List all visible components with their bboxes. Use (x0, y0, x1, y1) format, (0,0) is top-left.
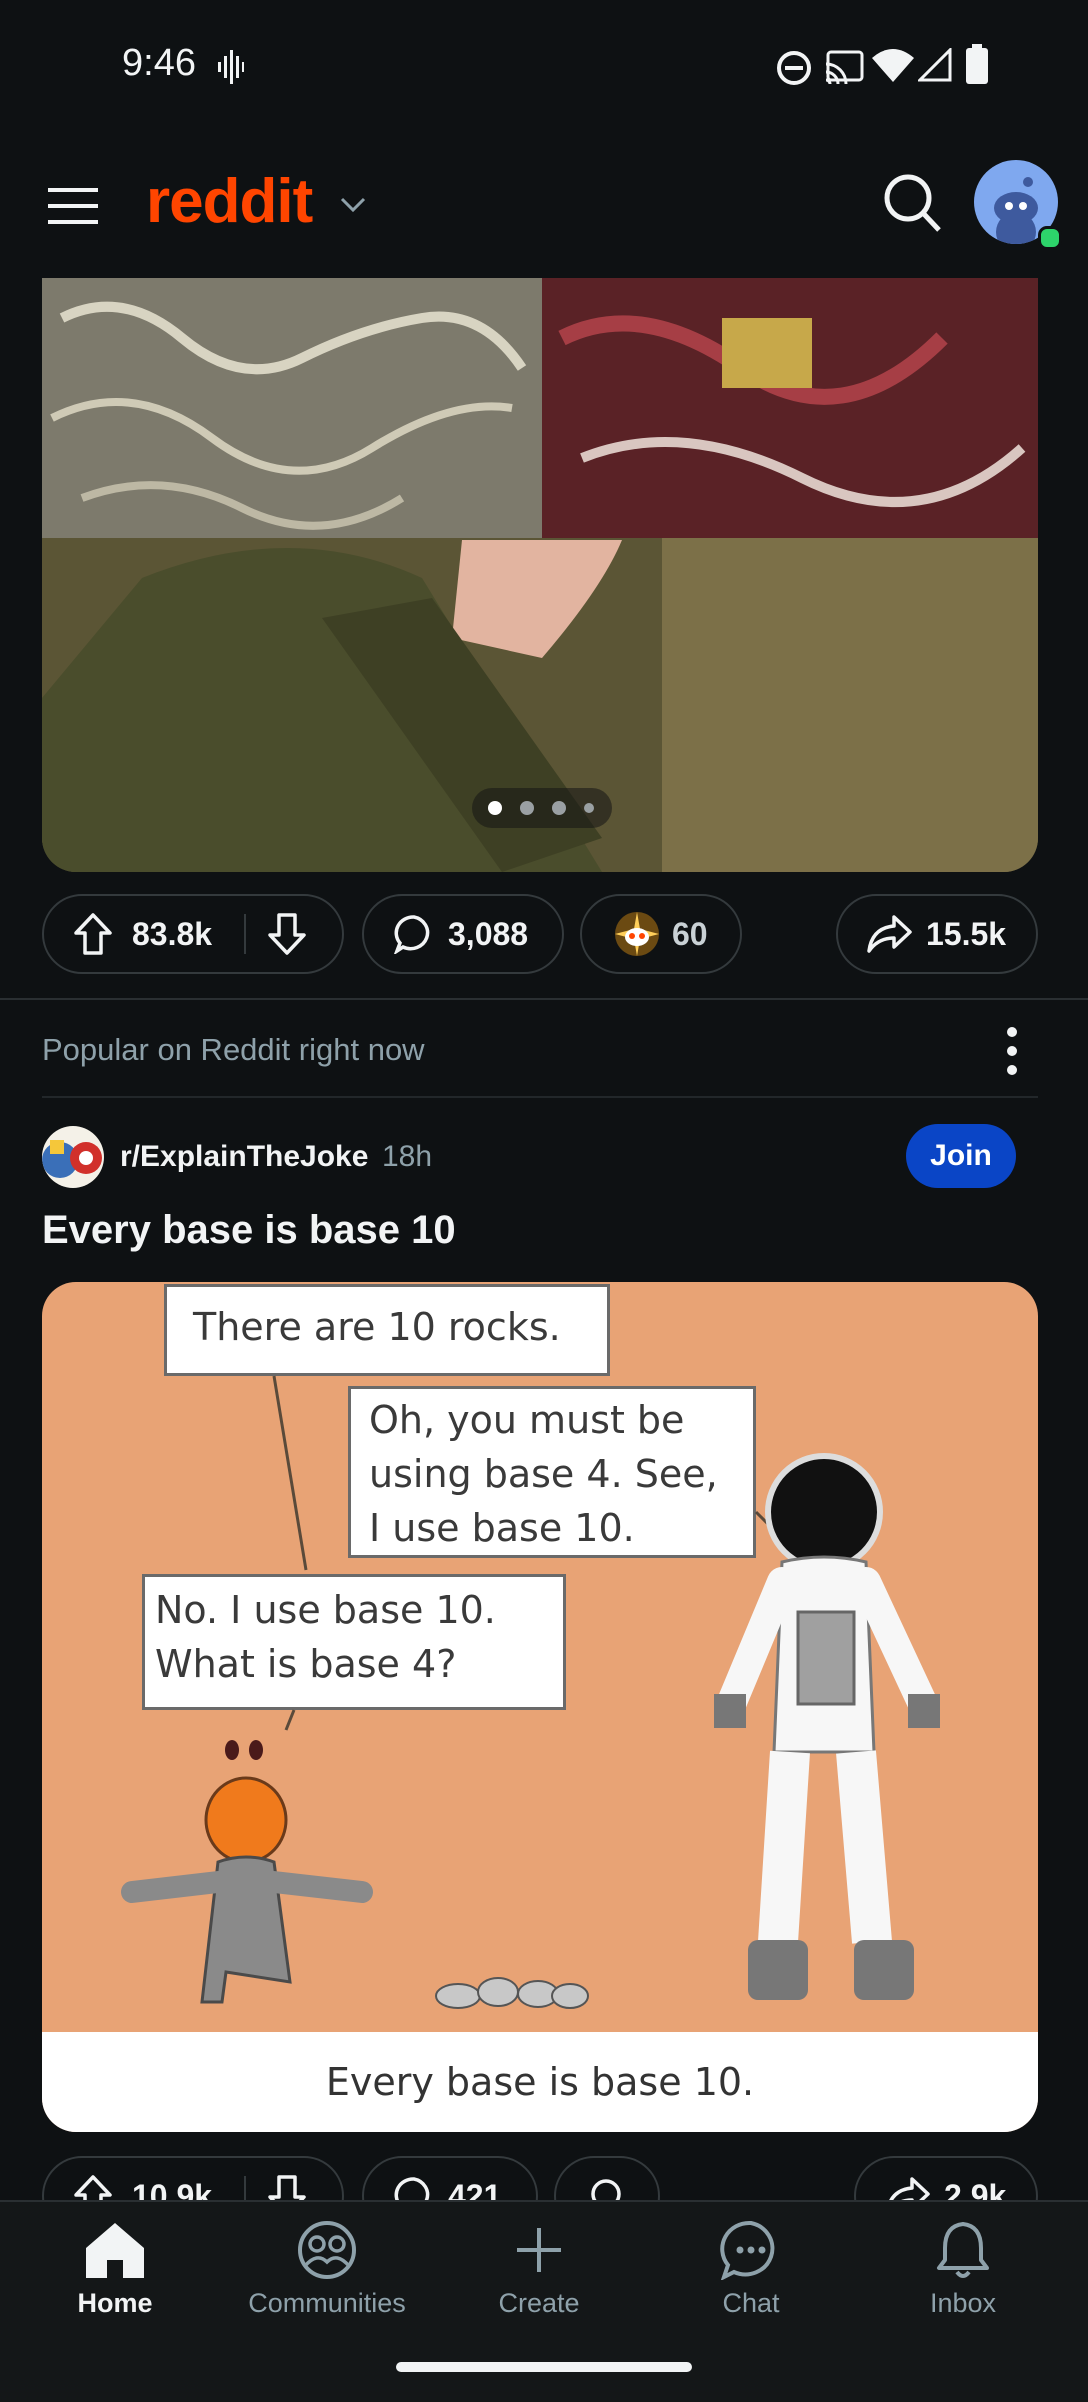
status-time: 9:46 (122, 42, 196, 84)
nav-create-label: Create (498, 2288, 580, 2318)
award-button[interactable]: 60 (580, 894, 742, 974)
vote-divider (244, 914, 247, 954)
nav-inbox-label: Inbox (929, 2288, 997, 2318)
nav-create[interactable]: Create (449, 2220, 629, 2319)
comments-button[interactable]: 3,088 (362, 894, 564, 974)
online-status-dot (1038, 226, 1062, 250)
subreddit-avatar[interactable] (42, 1126, 104, 1188)
wifi-icon (872, 49, 914, 82)
home-icon (86, 2223, 144, 2278)
carousel-dot (552, 801, 566, 815)
comment-icon (394, 915, 430, 954)
comic-drawing (121, 1375, 940, 2009)
comment-count: 3,088 (448, 915, 529, 952)
upvote-icon[interactable] (74, 913, 112, 955)
post-photo (42, 278, 1038, 872)
nav-inbox[interactable]: Inbox (873, 2220, 1053, 2319)
carousel-indicator (472, 788, 612, 828)
nav-home-label: Home (77, 2288, 153, 2318)
share-button[interactable]: 15.5k (836, 894, 1038, 974)
subreddit-name[interactable]: r/ExplainTheJoke (120, 1140, 368, 1174)
section-divider (42, 1096, 1038, 1098)
status-bar: 9:46 (0, 0, 1088, 130)
gesture-home-bar[interactable] (396, 2362, 692, 2372)
section-label: Popular on Reddit right now (42, 1032, 425, 1067)
post-age: 18h (382, 1140, 433, 1173)
nav-communities[interactable]: Communities (237, 2220, 417, 2319)
menu-icon[interactable] (48, 186, 98, 226)
bell-icon (937, 2222, 989, 2278)
cast-icon (825, 50, 864, 84)
post-image[interactable] (42, 278, 1038, 872)
nav-home[interactable]: Home (25, 2220, 205, 2319)
post-title[interactable]: Every base is base 10 (42, 1208, 456, 1253)
more-options-icon[interactable] (1000, 1026, 1024, 1076)
award-count: 60 (672, 915, 708, 952)
chevron-down-icon[interactable] (340, 196, 366, 214)
vibrate-icon (218, 50, 244, 84)
nav-communities-label: Communities (248, 2288, 406, 2318)
plus-icon (517, 2228, 561, 2272)
join-button[interactable]: Join (906, 1124, 1016, 1188)
post-image[interactable]: There are 10 rocks. Oh, you must be usin… (42, 1282, 1038, 2132)
feed-divider (0, 998, 1088, 1000)
search-icon[interactable] (882, 172, 942, 234)
chat-icon (720, 2220, 775, 2280)
cell-signal-icon (918, 48, 952, 82)
award-icon (615, 912, 659, 956)
vote-pill: 83.8k (42, 894, 344, 974)
carousel-dot-small (584, 803, 594, 813)
subreddit-icon (42, 1140, 102, 1178)
comic-caption: Every base is base 10. (42, 2032, 1038, 2132)
downvote-icon[interactable] (268, 913, 306, 955)
battery-icon (966, 44, 988, 84)
carousel-dot-active (488, 801, 502, 815)
share-icon (867, 915, 912, 953)
nav-chat-label: Chat (722, 2288, 780, 2318)
share-count: 15.5k (926, 915, 1007, 952)
upvote-count: 83.8k (132, 915, 213, 952)
reddit-logo[interactable]: reddit (146, 166, 313, 237)
carousel-dot (520, 801, 534, 815)
do-not-disturb-icon (777, 51, 811, 85)
nav-chat[interactable]: Chat (661, 2220, 841, 2319)
communities-icon (298, 2221, 356, 2279)
